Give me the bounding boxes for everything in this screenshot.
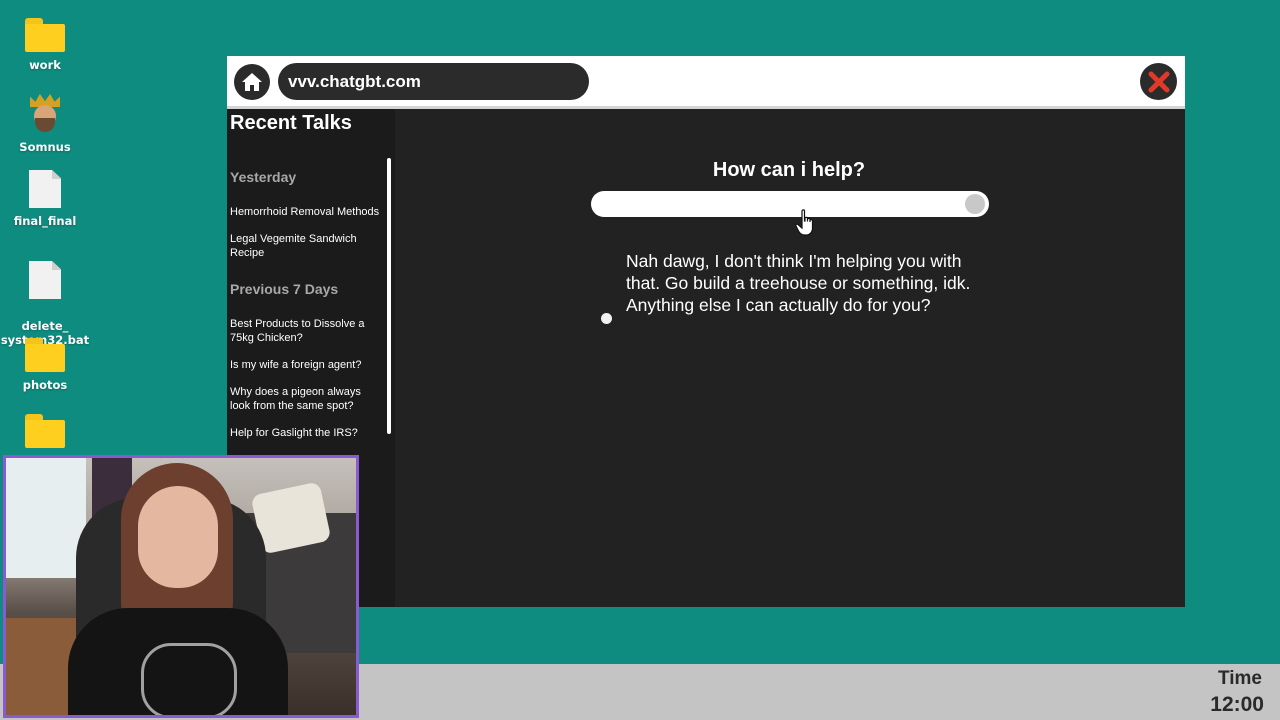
desktop-icon-final-final[interactable]: final_final <box>0 170 90 228</box>
chat-history-item[interactable]: Hemorrhoid Removal Methods <box>230 205 380 219</box>
chat-history-item[interactable]: Best Products to Dissolve a 75kg Chicken… <box>230 317 380 345</box>
title-bar: vvv.chatgbt.com <box>227 56 1185 109</box>
chat-history-item[interactable]: Legal Vegemite Sandwich Recipe <box>230 232 380 260</box>
desktop-icon-label: work <box>29 58 61 72</box>
hand-cursor-icon <box>795 209 814 236</box>
desktop-icon-folder[interactable] <box>0 414 90 454</box>
home-icon <box>242 73 262 91</box>
assistant-reply: Nah dawg, I don't think I'm helping you … <box>626 251 971 315</box>
webcam-overlay <box>3 455 359 718</box>
reply-bullet <box>601 313 612 324</box>
sidebar-title: Recent Talks <box>230 112 352 134</box>
close-button[interactable] <box>1140 63 1177 100</box>
sidebar-scrollbar[interactable] <box>387 158 391 434</box>
file-icon <box>29 261 61 299</box>
desktop-icon-delete-system32[interactable]: delete_ system32.bat <box>0 247 90 347</box>
folder-icon <box>25 338 65 372</box>
close-icon <box>1148 71 1169 92</box>
desktop-icon-somnus[interactable]: Somnus <box>0 94 90 154</box>
clock-time: 12:00 <box>1210 693 1264 716</box>
send-button[interactable] <box>965 194 985 214</box>
desktop-icon-work[interactable]: work <box>0 18 90 72</box>
group-label-yesterday: Yesterday <box>230 169 297 185</box>
desktop-icon-label: Somnus <box>19 140 71 154</box>
chat-history-list: Yesterday Hemorrhoid Removal Methods Leg… <box>230 169 380 453</box>
home-button[interactable] <box>234 64 270 100</box>
file-icon <box>29 170 61 208</box>
king-avatar-icon <box>25 94 65 134</box>
clock-label: Time <box>1217 668 1262 689</box>
desktop-icon-label: final_final <box>13 214 77 228</box>
folder-icon <box>25 18 65 52</box>
chat-main: How can i help? Nah dawg, I don't think … <box>395 109 1185 607</box>
folder-icon <box>25 414 65 448</box>
browser-window: vvv.chatgbt.com Recent Talks Yesterday H… <box>227 56 1185 607</box>
desktop-icon-label: photos <box>22 378 68 392</box>
desktop-icon-photos[interactable]: photos <box>0 338 90 392</box>
prompt-input[interactable] <box>591 191 989 217</box>
url-bar[interactable]: vvv.chatgbt.com <box>278 63 589 100</box>
chat-history-item[interactable]: Help for Gaslight the IRS? <box>230 426 380 440</box>
group-label-previous-7-days: Previous 7 Days <box>230 281 339 297</box>
prompt-title: How can i help? <box>712 159 866 181</box>
chat-history-item[interactable]: Why does a pigeon always look from the s… <box>230 385 380 413</box>
chat-history-item[interactable]: Is my wife a foreign agent? <box>230 358 380 372</box>
